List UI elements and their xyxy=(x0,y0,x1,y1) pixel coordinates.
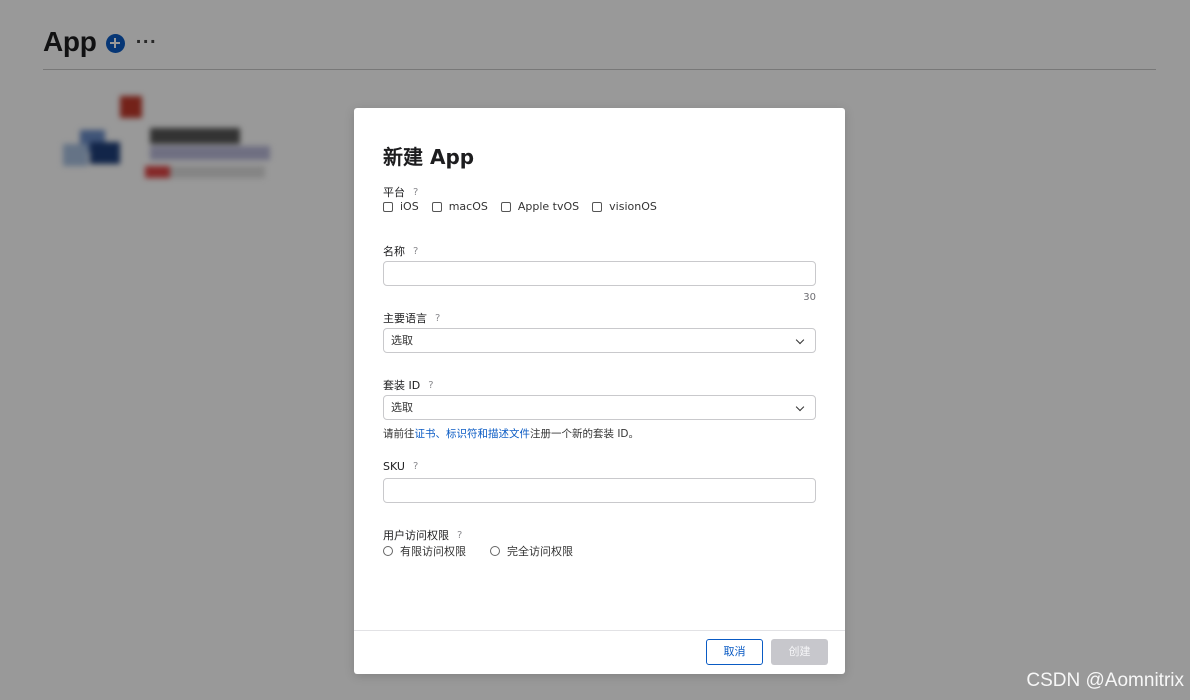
option-label: 有限访问权限 xyxy=(400,545,466,558)
user-access-limited[interactable]: 有限访问权限 xyxy=(383,543,466,559)
radio-button[interactable] xyxy=(490,546,500,556)
chevron-down-icon xyxy=(795,335,805,345)
sku-label: SKU ? xyxy=(383,460,418,473)
certificates-link[interactable]: 证书、标识符和描述文件 xyxy=(415,428,531,440)
primary-language-label: 主要语言 ? xyxy=(383,310,440,326)
help-icon[interactable]: ? xyxy=(413,187,418,198)
platform-label-text: 平台 xyxy=(383,186,405,199)
help-icon[interactable]: ? xyxy=(428,380,433,391)
option-label: iOS xyxy=(400,200,419,213)
platform-option-visionos[interactable]: visionOS xyxy=(592,200,657,213)
name-input[interactable] xyxy=(383,261,816,286)
radio-button[interactable] xyxy=(383,546,393,556)
user-access-label-text: 用户访问权限 xyxy=(383,529,449,542)
option-label: 完全访问权限 xyxy=(507,545,573,558)
primary-language-select[interactable]: 选取 xyxy=(383,328,816,353)
checkbox[interactable] xyxy=(431,201,442,212)
checkbox[interactable] xyxy=(500,201,511,212)
hint-text: 注册一个新的套装 ID。 xyxy=(530,428,640,440)
platform-option-tvos[interactable]: Apple tvOS xyxy=(500,200,580,213)
chevron-down-icon xyxy=(795,402,805,412)
primary-language-label-text: 主要语言 xyxy=(383,312,427,325)
new-app-dialog: 新建 App 平台 ? iOS macOS Apple tvOS visionO… xyxy=(354,108,845,674)
sku-label-text: SKU xyxy=(383,460,405,473)
platform-label: 平台 ? xyxy=(383,184,418,200)
option-label: Apple tvOS xyxy=(517,200,580,213)
cancel-button[interactable]: 取消 xyxy=(706,639,763,665)
option-label: macOS xyxy=(448,200,488,213)
name-label-text: 名称 xyxy=(383,245,405,258)
bundle-id-label: 套装 ID ? xyxy=(383,377,434,393)
platform-options: iOS macOS Apple tvOS visionOS xyxy=(383,200,670,213)
name-label: 名称 ? xyxy=(383,243,418,259)
user-access-full[interactable]: 完全访问权限 xyxy=(490,543,573,559)
user-access-options: 有限访问权限 完全访问权限 xyxy=(383,543,597,559)
help-icon[interactable]: ? xyxy=(435,313,440,324)
hint-text: 请前往 xyxy=(383,428,415,440)
checkbox[interactable] xyxy=(592,201,603,212)
create-button[interactable]: 创建 xyxy=(771,639,828,665)
help-icon[interactable]: ? xyxy=(457,530,462,541)
platform-option-macos[interactable]: macOS xyxy=(431,200,488,213)
bundle-id-select[interactable]: 选取 xyxy=(383,395,816,420)
help-icon[interactable]: ? xyxy=(413,461,418,472)
dialog-footer: 取消 创建 xyxy=(354,630,845,674)
select-value: 选取 xyxy=(391,401,413,414)
name-char-count: 30 xyxy=(803,292,816,303)
option-label: visionOS xyxy=(609,200,657,213)
help-icon[interactable]: ? xyxy=(413,246,418,257)
checkbox[interactable] xyxy=(383,201,393,212)
user-access-label: 用户访问权限 ? xyxy=(383,527,462,543)
watermark: CSDN @Aomnitrix xyxy=(1026,670,1184,691)
bundle-id-hint: 请前往证书、标识符和描述文件注册一个新的套装 ID。 xyxy=(383,426,639,441)
dialog-title: 新建 App xyxy=(383,145,475,169)
select-value: 选取 xyxy=(391,334,413,347)
sku-input[interactable] xyxy=(383,478,816,503)
bundle-id-label-text: 套装 ID xyxy=(383,379,421,392)
platform-option-ios[interactable]: iOS xyxy=(383,200,419,213)
